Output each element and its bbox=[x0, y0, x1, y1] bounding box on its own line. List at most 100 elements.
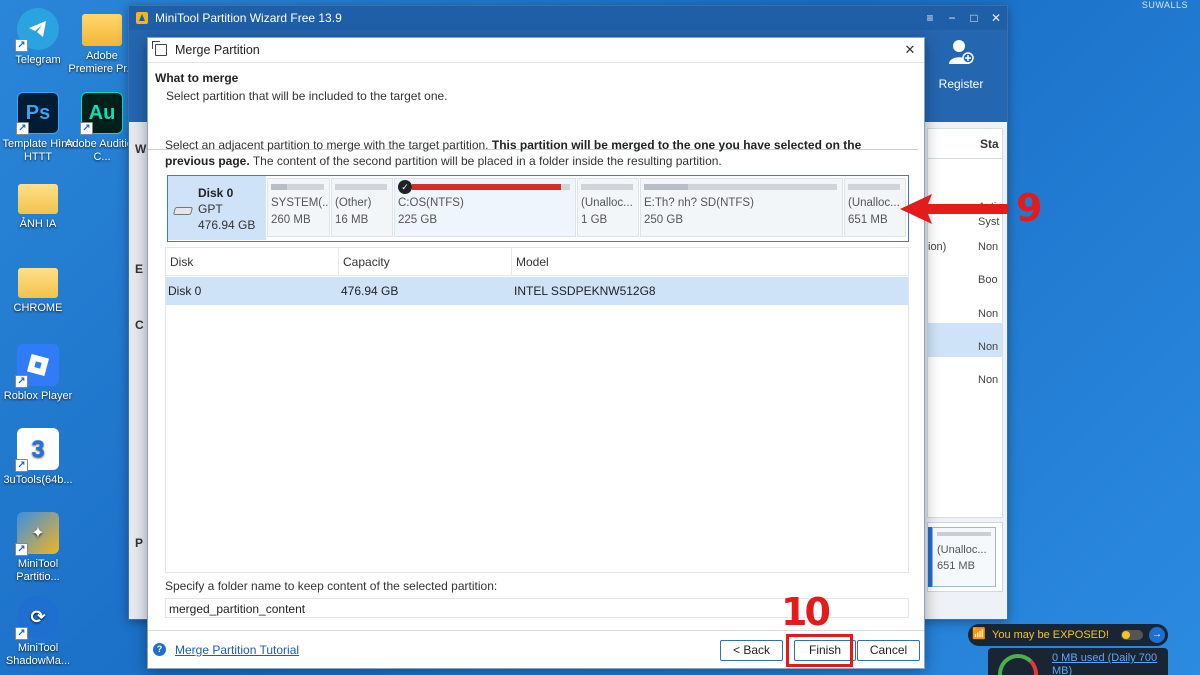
column-header-model[interactable]: Model bbox=[512, 248, 908, 275]
disk-name: Disk 0 bbox=[198, 186, 234, 200]
desktop-icon-label: MiniTool ShadowMa... bbox=[5, 642, 71, 667]
column-header-capacity[interactable]: Capacity bbox=[339, 248, 512, 275]
step-heading: What to merge bbox=[155, 71, 239, 85]
partition-usage-bar bbox=[335, 184, 387, 190]
desktop-icon-roblox[interactable]: ↗ Roblox Player bbox=[0, 344, 76, 403]
partition-size: 651 MB bbox=[848, 214, 888, 226]
desktop-icon-minitool[interactable]: ✦ ↗ MiniTool Partitio... bbox=[0, 512, 76, 584]
help-icon[interactable]: ? bbox=[153, 643, 166, 656]
cancel-button[interactable]: Cancel bbox=[857, 640, 920, 661]
partition-status-column: Sta ion) Activ Syst Non Boo Non Non Non bbox=[927, 128, 1003, 518]
file-system-fragment: ion) bbox=[928, 241, 947, 253]
step-subheading: Select partition that will be included t… bbox=[166, 89, 448, 103]
partition-size: 225 GB bbox=[398, 214, 437, 226]
table-row[interactable]: Disk 0 476.94 GB INTEL SSDPEKNW512G8 bbox=[166, 277, 908, 305]
partition-name: C:OS(NTFS) bbox=[398, 197, 464, 209]
desktop-icon-chrome-folder[interactable]: CHROME bbox=[0, 262, 76, 315]
3utools-icon: 3 ↗ bbox=[15, 428, 59, 472]
annotation-step-10: 10 bbox=[781, 590, 831, 634]
status-cell: Non bbox=[978, 374, 999, 386]
partition-usage-bar bbox=[412, 184, 570, 190]
partition-block[interactable]: (Unalloc... 651 MB bbox=[844, 178, 906, 237]
disk-size: 476.94 GB bbox=[198, 218, 256, 232]
partition-usage-bar bbox=[937, 532, 991, 536]
shadowmaker-icon: ⟳ ↗ bbox=[15, 596, 59, 640]
telegram-icon: ↗ bbox=[15, 8, 59, 52]
merge-icon bbox=[152, 41, 167, 56]
register-button[interactable]: Register bbox=[929, 38, 993, 91]
disk-map-panel: (Unalloc... 651 MB bbox=[927, 522, 1003, 592]
partition-usage-bar bbox=[644, 184, 837, 190]
partition-block[interactable]: (Other) 16 MB bbox=[331, 178, 393, 237]
folder-icon bbox=[18, 268, 58, 298]
folder-icon bbox=[18, 184, 58, 214]
dialog-close-icon[interactable]: ✕ bbox=[896, 42, 924, 58]
partition-usage-bar bbox=[271, 184, 324, 190]
register-label: Register bbox=[938, 77, 984, 91]
dialog-title: Merge Partition bbox=[175, 43, 260, 57]
data-usage-link[interactable]: 0 MB used (Daily 700 MB) bbox=[1052, 652, 1168, 675]
annotation-arrow-icon bbox=[900, 194, 1008, 224]
desktop-icon-anh-ia[interactable]: ẢNH IA bbox=[0, 178, 76, 231]
desktop-icon-3utools[interactable]: 3 ↗ 3uTools(64b... bbox=[0, 428, 76, 487]
menu-icon[interactable]: ≡ bbox=[919, 11, 941, 25]
desktop-watermark: SUWALLS bbox=[1141, 0, 1188, 10]
partition-name: (Other) bbox=[335, 197, 372, 209]
merge-partition-dialog: Merge Partition ✕ What to merge Select p… bbox=[147, 37, 925, 669]
main-window-title: MiniTool Partition Wizard Free 13.9 bbox=[155, 11, 342, 25]
partition-name: SYSTEM(... bbox=[271, 197, 330, 209]
partition-block[interactable]: E:Th? nh? SD(NTFS) 250 GB bbox=[640, 178, 843, 237]
partition-block[interactable]: (Unalloc... 1 GB bbox=[577, 178, 639, 237]
disk-info[interactable]: Disk 0 GPT 476.94 GB bbox=[168, 176, 266, 240]
protection-toggle[interactable] bbox=[1121, 630, 1143, 640]
status-cell: Non bbox=[978, 241, 999, 253]
partition-usage-bar bbox=[581, 184, 633, 190]
wifi-icon: 📶 bbox=[972, 628, 986, 640]
unallocated-partition-card[interactable]: (Unalloc... 651 MB bbox=[932, 527, 996, 587]
photoshop-icon: Ps ↗ bbox=[16, 92, 59, 135]
desktop-icon-label: CHROME bbox=[13, 302, 63, 314]
merge-tutorial-link[interactable]: Merge Partition Tutorial bbox=[175, 643, 299, 657]
table-header: Disk Capacity Model bbox=[166, 248, 908, 276]
table-cell: 476.94 GB bbox=[341, 284, 399, 298]
finish-button-highlight bbox=[786, 634, 853, 667]
folder-icon bbox=[82, 14, 122, 46]
partition-name: E:Th? nh? SD(NTFS) bbox=[644, 197, 754, 209]
partition-block-selected[interactable]: ✓ C:OS(NTFS) 225 GB bbox=[394, 178, 576, 237]
user-add-icon bbox=[949, 40, 974, 64]
desktop-icon-label: MiniTool Partitio... bbox=[16, 558, 60, 583]
desktop-icon-label: ẢNH IA bbox=[19, 218, 57, 230]
left-strip-letter: P bbox=[135, 536, 144, 550]
folder-name-label: Specify a folder name to keep content of… bbox=[165, 579, 498, 593]
partition-size: 651 MB bbox=[937, 560, 975, 572]
data-usage-panel: 0 MB used (Daily 700 MB) bbox=[988, 648, 1168, 675]
status-header: Sta bbox=[928, 129, 1002, 159]
status-cell: Non bbox=[978, 341, 999, 353]
minitool-icon: ✦ ↗ bbox=[15, 512, 59, 556]
partition-size: 260 MB bbox=[271, 214, 311, 226]
arrow-right-icon[interactable]: → bbox=[1149, 627, 1165, 643]
left-strip-letter: E bbox=[135, 262, 144, 276]
column-header-disk[interactable]: Disk bbox=[166, 248, 339, 275]
hard-disk-icon bbox=[172, 207, 194, 215]
status-cell: Boo bbox=[978, 274, 998, 286]
roblox-icon: ↗ bbox=[15, 344, 59, 388]
desktop-icon-label: 3uTools(64b... bbox=[3, 474, 73, 486]
left-strip-letter: W bbox=[135, 142, 147, 156]
merge-instructions: Select an adjacent partition to merge wi… bbox=[165, 137, 895, 169]
exposure-warning-bar[interactable]: 📶 You may be EXPOSED! → bbox=[968, 624, 1168, 646]
partition-name: (Unalloc... bbox=[937, 544, 987, 556]
left-strip-letter: C bbox=[135, 318, 144, 332]
desktop-icon-shadowmaker[interactable]: ⟳ ↗ MiniTool ShadowMa... bbox=[0, 596, 76, 668]
gauge-icon bbox=[998, 654, 1038, 675]
maximize-icon[interactable]: □ bbox=[963, 11, 985, 25]
annotation-step-9: 9 bbox=[1016, 186, 1043, 230]
close-icon[interactable]: ✕ bbox=[985, 11, 1007, 25]
partition-block[interactable]: SYSTEM(... 260 MB bbox=[267, 178, 330, 237]
main-titlebar[interactable]: MiniTool Partition Wizard Free 13.9 ≡ − … bbox=[129, 6, 1007, 30]
minimize-icon[interactable]: − bbox=[941, 11, 963, 25]
back-button[interactable]: < Back bbox=[720, 640, 783, 661]
partition-usage-bar bbox=[848, 184, 900, 190]
partition-name: (Unalloc... bbox=[848, 197, 900, 209]
dialog-titlebar[interactable]: Merge Partition ✕ bbox=[148, 38, 924, 63]
